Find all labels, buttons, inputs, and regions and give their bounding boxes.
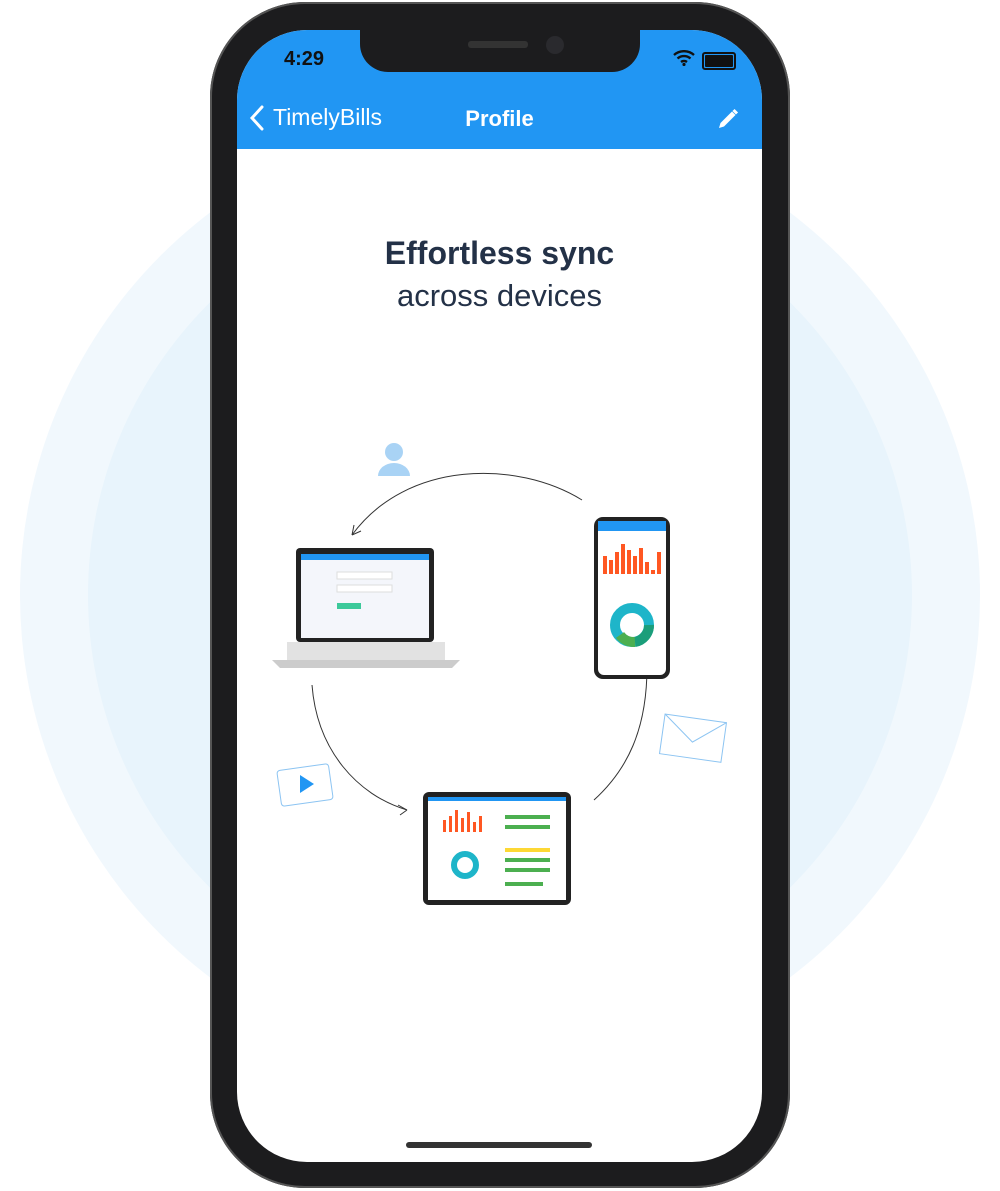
headline: Effortless sync (384, 235, 615, 271)
wifi-icon (673, 50, 695, 71)
phone-device (594, 517, 670, 679)
arrow-phone-to-laptop (351, 472, 583, 536)
phone-screen: 4:29 TimelyBills Profile Effortless sync… (237, 30, 762, 1162)
video-play-icon (276, 763, 334, 807)
laptop-device (272, 548, 460, 668)
status-time: 4:29 (284, 48, 325, 70)
nav-bar: 4:29 TimelyBills Profile (237, 30, 762, 149)
notch (360, 30, 640, 72)
battery-icon (702, 52, 736, 70)
pencil-icon (719, 108, 739, 128)
subheadline: across devices (396, 278, 603, 313)
arrow-tablet-to-phone (593, 666, 648, 801)
page-title: Profile (465, 106, 534, 131)
tablet-device (423, 792, 571, 905)
home-indicator (406, 1142, 592, 1148)
envelope-icon (658, 713, 728, 763)
edit-button[interactable] (717, 108, 739, 135)
user-icon (378, 443, 410, 476)
sync-illustration (272, 443, 728, 905)
